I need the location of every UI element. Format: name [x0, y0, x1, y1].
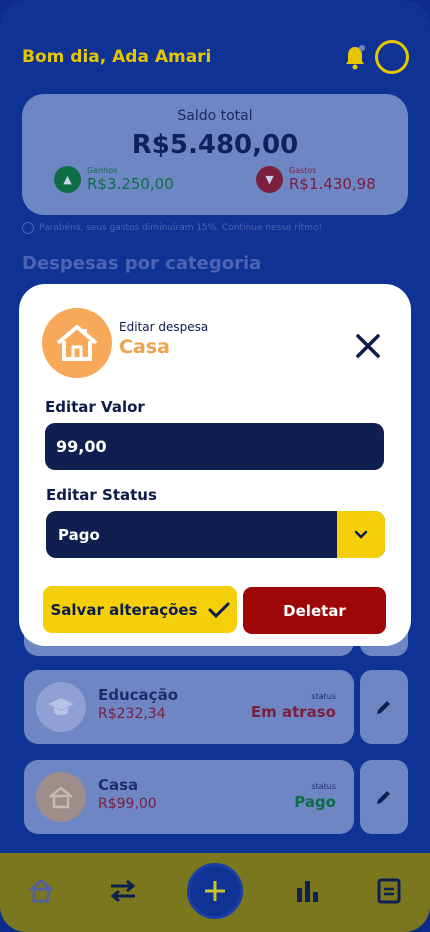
modal-title: Casa	[119, 336, 170, 358]
delete-button[interactable]: Deletar	[243, 587, 386, 634]
modal-subtitle: Editar despesa	[119, 320, 209, 334]
value-input[interactable]: 99,00	[45, 423, 384, 470]
status-select-value: Pago	[58, 525, 100, 544]
app-screen: Bom dia, Ada Amari Saldo total R$5.480,0…	[0, 0, 430, 932]
value-field-label: Editar Valor	[45, 398, 145, 416]
status-select[interactable]: Pago	[46, 511, 385, 558]
status-field-label: Editar Status	[46, 486, 157, 504]
save-button-label: Salvar alterações	[50, 600, 198, 619]
save-button[interactable]: Salvar alterações	[43, 586, 237, 633]
check-icon	[208, 602, 229, 618]
chevron-down-icon[interactable]	[337, 511, 385, 558]
close-icon	[356, 334, 380, 358]
edit-expense-modal: Editar despesa Casa Editar Valor 99,00 E…	[19, 284, 411, 646]
close-button[interactable]	[352, 330, 384, 362]
house-icon	[42, 308, 112, 378]
